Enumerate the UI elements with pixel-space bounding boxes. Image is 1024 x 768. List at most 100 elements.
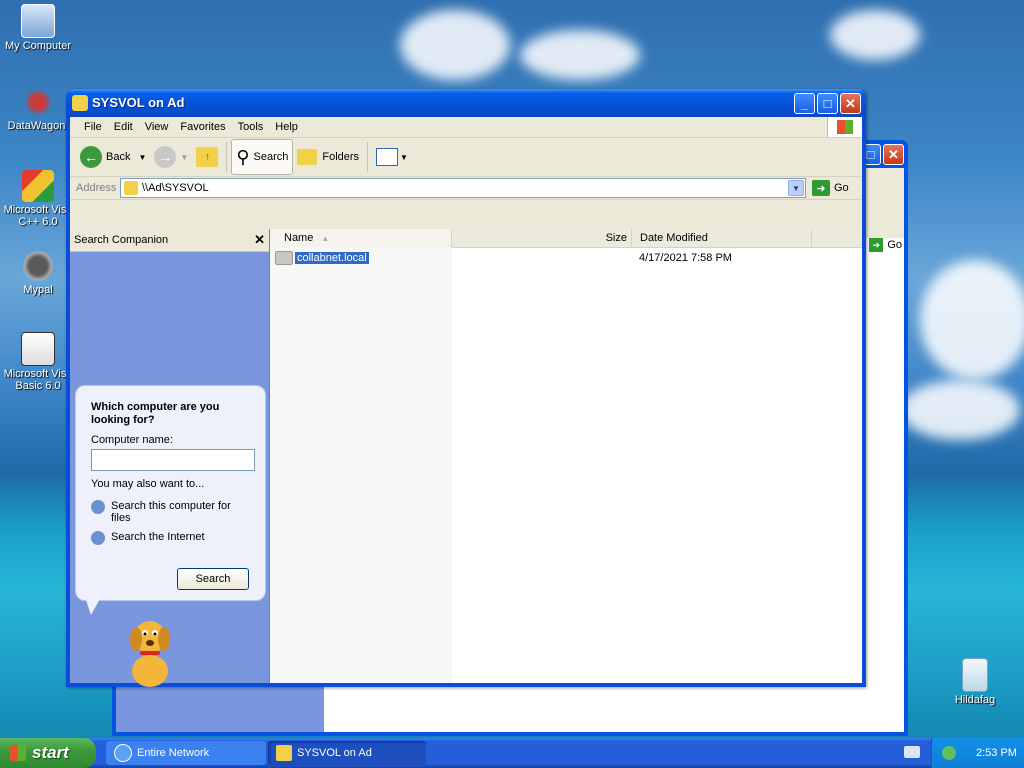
menu-edit[interactable]: Edit: [108, 121, 139, 133]
desktop-icon-datawagon[interactable]: DataWagon.: [0, 86, 76, 132]
visual-cpp-icon: [22, 170, 54, 202]
folders-icon: [297, 149, 318, 165]
network-folder-icon: [276, 745, 292, 761]
also-want-label: You may also want to...: [91, 478, 205, 490]
address-value: \\Ad\SYSVOL: [142, 182, 209, 194]
desktop-icon-recycle-bin[interactable]: Hildafag: [937, 658, 1013, 706]
file-list[interactable]: Name ▲ Size Date Modified collabnet.loca…: [270, 229, 862, 683]
column-date-label: Date Modified: [640, 232, 708, 244]
my-computer-icon: [21, 4, 55, 38]
column-name-label: Name: [284, 232, 314, 244]
desktop-icon-visual-cpp[interactable]: Microsoft Visu C++ 6.0: [0, 170, 76, 228]
maximize-button[interactable]: □: [817, 93, 838, 114]
search-icon: ⚲: [236, 146, 250, 167]
address-dropdown-icon[interactable]: ▼: [788, 180, 804, 196]
up-folder-button[interactable]: ↑: [192, 140, 222, 174]
taskbar-item-sysvol[interactable]: SYSVOL on Ad: [268, 741, 426, 765]
file-row[interactable]: collabnet.local 4/17/2021 7:58 PM: [275, 251, 755, 265]
column-date-modified[interactable]: Date Modified: [632, 229, 812, 247]
windows-logo-icon: [827, 117, 862, 137]
folders-button[interactable]: Folders: [293, 140, 363, 174]
mypal-raccoon-icon: [22, 250, 54, 282]
forward-button[interactable]: → ▼: [150, 140, 192, 174]
address-bar: Address \\Ad\SYSVOL ▼ ➜ Go: [70, 177, 862, 200]
visual-basic-icon: [21, 332, 55, 366]
column-header-row: Name ▲ Size Date Modified: [270, 229, 862, 248]
menu-view[interactable]: View: [139, 121, 175, 133]
desktop: My Computer DataWagon. Microsoft Visu C+…: [0, 0, 1024, 738]
desktop-icon-visual-basic[interactable]: Microsoft Visu Basic 6.0: [0, 332, 76, 392]
clock[interactable]: 2:53 PM: [976, 747, 1017, 759]
close-button[interactable]: ✕: [840, 93, 861, 114]
back-window-go-button[interactable]: ➜ Go: [869, 238, 902, 252]
back-window-close-button[interactable]: ✕: [883, 144, 904, 165]
desktop-icon-label: Microsoft Visu Basic 6.0: [3, 368, 73, 392]
network-folder-icon: [72, 95, 88, 111]
back-dropdown-icon[interactable]: ▼: [138, 153, 146, 162]
search-files-link[interactable]: Search this computer for files: [91, 500, 241, 524]
windows-flag-icon: [10, 745, 26, 761]
column-name[interactable]: Name ▲: [270, 229, 452, 247]
search-label: Search: [253, 151, 289, 163]
go-button[interactable]: ➜ Go: [812, 180, 849, 196]
toolbar-separator: [226, 142, 228, 172]
desktop-icon-label: Mypal: [23, 284, 53, 296]
menu-help[interactable]: Help: [269, 121, 304, 133]
search-balloon: Which computer are you looking for? Comp…: [75, 385, 266, 601]
search-companion-title: Search Companion: [74, 234, 169, 246]
start-button[interactable]: start: [0, 738, 96, 768]
views-dropdown-icon: ▼: [400, 152, 408, 162]
desktop-icon-label: Hildafag: [954, 694, 996, 706]
desktop-icon-my-computer[interactable]: My Computer: [0, 4, 76, 52]
back-window-go-label: Go: [887, 239, 902, 251]
column-size[interactable]: Size: [452, 229, 632, 247]
menu-favorites[interactable]: Favorites: [174, 121, 231, 133]
taskbar-item-label: SYSVOL on Ad: [297, 747, 372, 759]
search-internet-link[interactable]: Search the Internet: [91, 531, 205, 545]
file-name: collabnet.local: [295, 252, 369, 264]
explorer-window[interactable]: SYSVOL on Ad _ □ ✕ File Edit View Favori…: [66, 89, 866, 687]
companion-search-button[interactable]: Search: [177, 568, 249, 590]
views-icon: [376, 148, 399, 166]
sort-ascending-icon: ▲: [321, 233, 330, 243]
computer-name-label: Computer name:: [91, 434, 173, 446]
address-label: Address: [76, 182, 117, 194]
toolbar: ← Back ▼ → ▼ ↑ ⚲ Search Folders ▼: [70, 138, 862, 177]
back-button[interactable]: ← Back ▼: [76, 140, 150, 174]
minimize-button[interactable]: _: [794, 93, 815, 114]
menu-bar: File Edit View Favorites Tools Help: [70, 117, 862, 138]
go-arrow-icon: ➜: [812, 180, 830, 196]
column-filler: [812, 229, 862, 247]
toolbar-separator: [367, 142, 369, 172]
desktop-icon-label: Microsoft Visu C++ 6.0: [3, 204, 73, 228]
network-share-icon: [124, 181, 138, 195]
menu-tools[interactable]: Tools: [232, 121, 270, 133]
search-button[interactable]: ⚲ Search: [231, 139, 294, 175]
taskbar-item-entire-network[interactable]: Entire Network: [106, 741, 266, 765]
folders-label: Folders: [322, 151, 360, 163]
close-pane-icon[interactable]: ✕: [254, 232, 265, 248]
start-label: start: [32, 743, 69, 762]
search-computer-icon: [91, 500, 105, 514]
balloon-tail: [85, 597, 101, 615]
views-button[interactable]: ▼: [372, 140, 412, 174]
taskbar-item-label: Entire Network: [137, 747, 210, 759]
search-question: Which computer are you looking for?: [91, 401, 220, 426]
search-dog-icon[interactable]: [120, 613, 180, 691]
back-arrow-icon: ←: [80, 146, 102, 168]
network-status-icon[interactable]: [942, 746, 956, 760]
folder-icon: [275, 251, 293, 265]
computer-name-input[interactable]: [91, 449, 255, 471]
title-bar[interactable]: SYSVOL on Ad _ □ ✕: [66, 89, 866, 117]
keyboard-icon[interactable]: [904, 746, 920, 758]
desktop-icon-label: DataWagon.: [7, 120, 69, 132]
window-client: File Edit View Favorites Tools Help ← Ba…: [70, 117, 862, 687]
recycle-bin-icon: [962, 658, 988, 692]
up-folder-icon: ↑: [196, 147, 219, 167]
back-label: Back: [106, 151, 131, 163]
menu-file[interactable]: File: [78, 121, 108, 133]
search-files-label: Search this computer for files: [111, 500, 231, 524]
forward-dropdown-icon[interactable]: ▼: [180, 153, 188, 162]
address-field[interactable]: \\Ad\SYSVOL ▼: [120, 178, 806, 198]
desktop-icon-mypal[interactable]: Mypal: [0, 250, 76, 296]
